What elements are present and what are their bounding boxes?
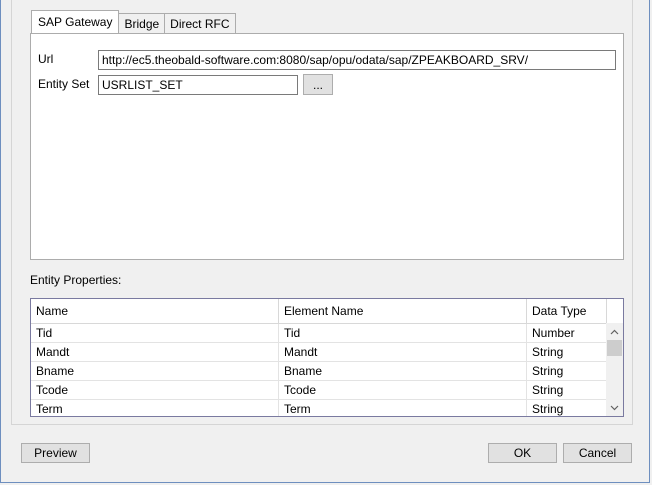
preview-button[interactable]: Preview xyxy=(21,443,90,463)
tab-sap-gateway[interactable]: SAP Gateway xyxy=(31,10,120,33)
cell-element-name: Term xyxy=(279,400,527,416)
column-header-element-name[interactable]: Element Name xyxy=(279,299,527,323)
table-row[interactable]: Tcode Tcode String xyxy=(31,381,607,400)
url-label: Url xyxy=(38,52,54,66)
cell-name: Term xyxy=(31,400,279,416)
cell-data-type: String xyxy=(527,381,607,400)
cell-data-type: String xyxy=(527,400,607,416)
chevron-down-icon[interactable] xyxy=(606,399,623,416)
cell-name: Tcode xyxy=(31,381,279,400)
table-row[interactable]: Mandt Mandt String xyxy=(31,343,607,362)
entity-set-input[interactable]: USRLIST_SET xyxy=(98,75,298,95)
cell-name: Tid xyxy=(31,324,279,343)
entity-set-label: Entity Set xyxy=(38,77,90,91)
ok-button[interactable]: OK xyxy=(488,443,557,463)
cell-element-name: Mandt xyxy=(279,343,527,362)
cell-name: Mandt xyxy=(31,343,279,362)
cell-data-type: String xyxy=(527,343,607,362)
vertical-scrollbar[interactable] xyxy=(606,323,623,416)
cell-data-type: String xyxy=(527,362,607,381)
url-input[interactable]: http://ec5.theobald-software.com:8080/sa… xyxy=(98,50,616,70)
browse-entity-set-button[interactable]: ... xyxy=(303,74,333,95)
cell-element-name: Bname xyxy=(279,362,527,381)
table-row[interactable]: Bname Bname String xyxy=(31,362,607,381)
tab-direct-rfc[interactable]: Direct RFC xyxy=(164,13,236,33)
cell-element-name: Tcode xyxy=(279,381,527,400)
scrollbar-thumb[interactable] xyxy=(607,340,622,356)
cancel-button[interactable]: Cancel xyxy=(563,443,632,463)
cell-name: Bname xyxy=(31,362,279,381)
entity-properties-grid: Name Element Name Data Type Tid Tid Numb… xyxy=(30,298,624,417)
entity-properties-label: Entity Properties: xyxy=(30,273,122,287)
cell-data-type: Number xyxy=(527,324,607,343)
tab-bridge[interactable]: Bridge xyxy=(118,13,166,33)
cell-element-name: Tid xyxy=(279,324,527,343)
table-row[interactable]: Tid Tid Number xyxy=(31,324,607,343)
column-header-name[interactable]: Name xyxy=(31,299,279,323)
grid-header: Name Element Name Data Type xyxy=(31,299,607,324)
tab-strip: SAP Gateway Bridge Direct RFC xyxy=(31,10,236,33)
column-header-data-type[interactable]: Data Type xyxy=(527,299,607,323)
table-row[interactable]: Term Term String xyxy=(31,400,607,416)
chevron-up-icon[interactable] xyxy=(606,323,623,340)
